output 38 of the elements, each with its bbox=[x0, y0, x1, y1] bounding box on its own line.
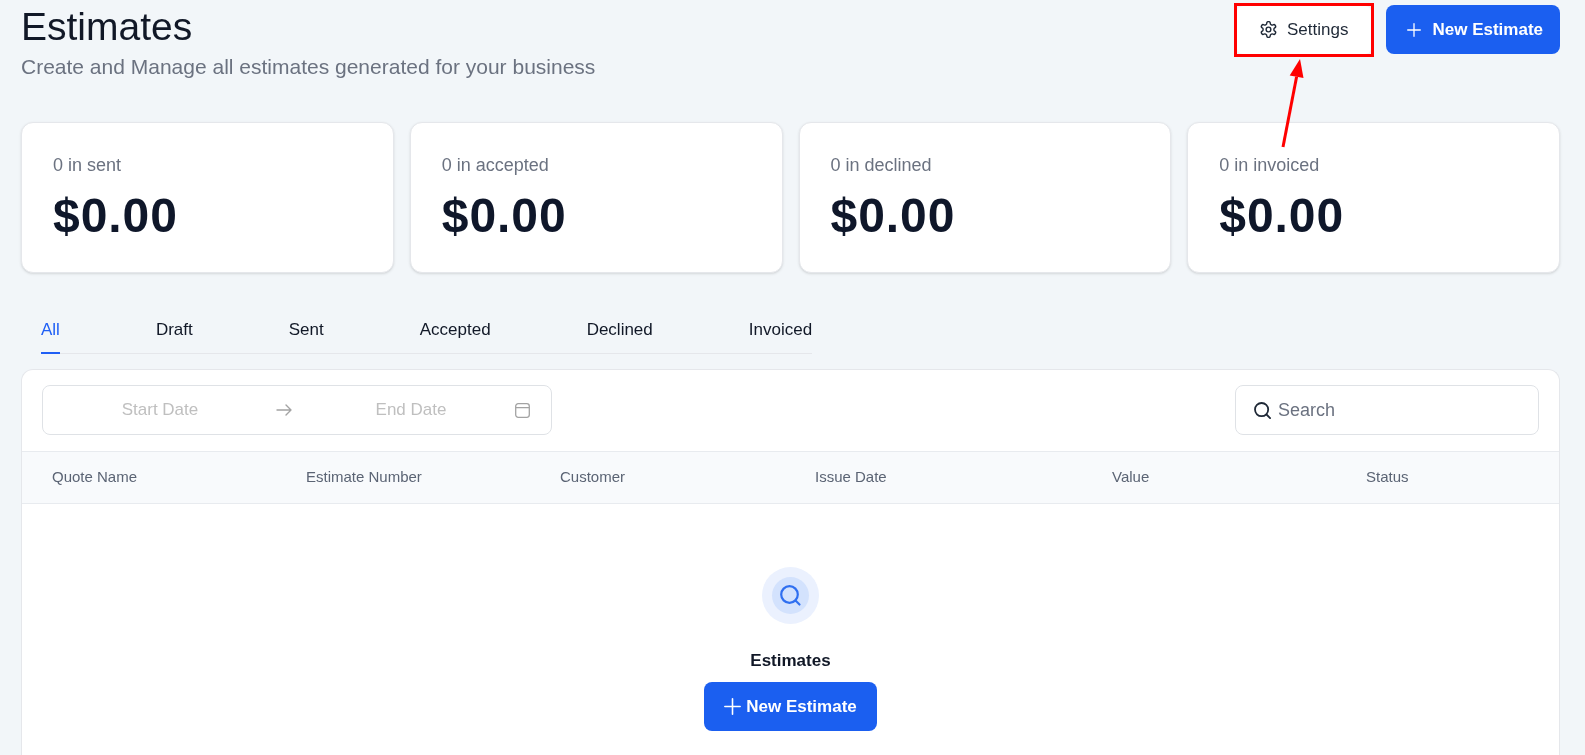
page-title: Estimates bbox=[21, 4, 193, 50]
column-header: Estimate Number bbox=[306, 467, 422, 488]
page-subtitle: Create and Manage all estimates generated for your business bbox=[21, 54, 596, 80]
search-input[interactable]: Search bbox=[1278, 395, 1526, 425]
search-icon bbox=[1254, 401, 1271, 419]
column-header: Quote Name bbox=[52, 467, 138, 488]
column-header: Value bbox=[1112, 467, 1150, 488]
empty-state-title: Estimates bbox=[750, 650, 831, 672]
tab[interactable]: Declined bbox=[586, 318, 653, 354]
calendar-icon bbox=[515, 402, 530, 418]
stat-value: $0.00 bbox=[830, 189, 956, 243]
stat-label: 0 in accepted bbox=[441, 154, 549, 177]
stat-value: $0.00 bbox=[441, 189, 567, 243]
plus-icon bbox=[1407, 22, 1422, 37]
tab[interactable]: Invoiced bbox=[748, 318, 813, 354]
column-header: Issue Date bbox=[815, 467, 887, 488]
search-field[interactable]: Search bbox=[1235, 385, 1539, 435]
search-icon bbox=[762, 567, 819, 624]
tab[interactable]: All bbox=[41, 318, 60, 354]
tab[interactable]: Accepted bbox=[419, 318, 491, 354]
stat-label: 0 in declined bbox=[830, 154, 932, 177]
arrow-right-icon bbox=[276, 404, 292, 416]
tab[interactable]: Draft bbox=[155, 318, 193, 354]
stat-value: $0.00 bbox=[53, 189, 178, 243]
end-date-input[interactable]: End Date bbox=[312, 395, 510, 425]
date-range-field[interactable]: Start Date End Date bbox=[42, 385, 552, 435]
column-header: Status bbox=[1366, 467, 1409, 488]
settings-button[interactable]: Settings bbox=[1237, 5, 1372, 54]
stat-label: 0 in invoiced bbox=[1219, 154, 1320, 177]
plus-icon bbox=[724, 698, 742, 715]
tab[interactable]: Sent bbox=[288, 318, 324, 354]
new-estimate-button[interactable]: New Estimate bbox=[1386, 5, 1560, 54]
column-header: Customer bbox=[560, 467, 626, 488]
stat-label: 0 in sent bbox=[53, 154, 122, 177]
start-date-input[interactable]: Start Date bbox=[60, 395, 260, 425]
new-estimate-button[interactable]: New Estimate bbox=[704, 682, 877, 731]
stat-value: $0.00 bbox=[1219, 189, 1345, 243]
settings-icon bbox=[1260, 21, 1277, 38]
